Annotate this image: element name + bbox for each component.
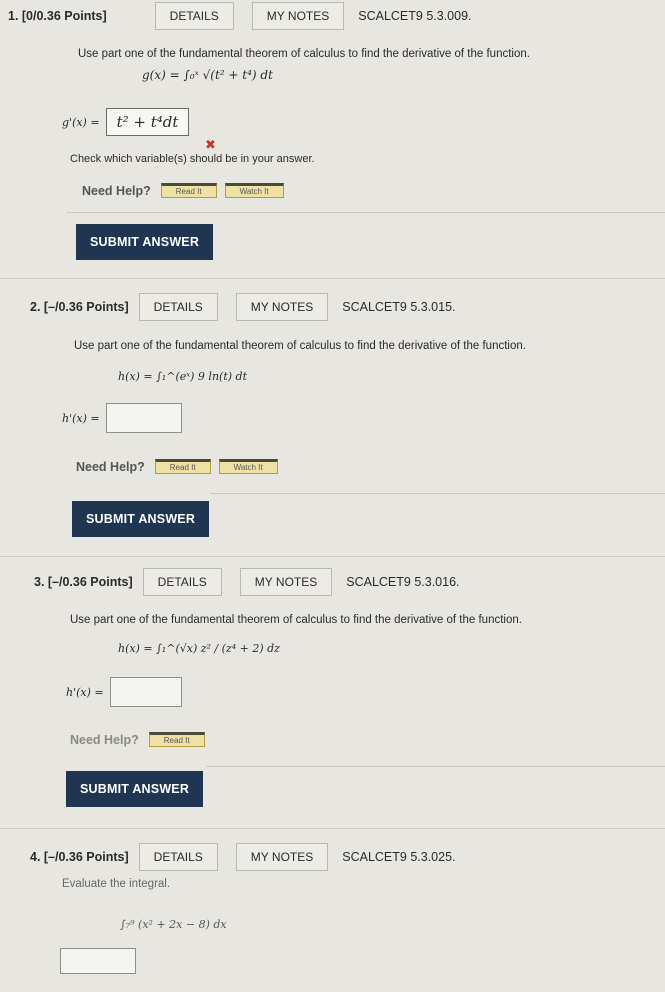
my-notes-button[interactable]: MY NOTES bbox=[235, 293, 329, 321]
answer-input[interactable] bbox=[109, 677, 182, 707]
answer-input[interactable]: t² + t⁴dt bbox=[105, 108, 190, 136]
need-help-label: Need Help? bbox=[82, 183, 151, 198]
function-expression: h(x) = ∫₁^(eˣ) 9 ln(t) dt bbox=[118, 370, 247, 383]
question-4-header: 4. [–/0.36 Points] DETAILS MY NOTES SCAL… bbox=[30, 843, 456, 871]
answer-label: g'(x) = bbox=[62, 115, 100, 129]
question-prompt: Evaluate the integral. bbox=[62, 878, 171, 890]
my-notes-button[interactable]: MY NOTES bbox=[239, 568, 333, 596]
submit-answer-button[interactable]: SUBMIT ANSWER bbox=[66, 771, 204, 807]
read-it-button[interactable]: Read It bbox=[148, 732, 205, 747]
need-help-label: Need Help? bbox=[70, 732, 139, 747]
answer-label: h'(x) = bbox=[66, 685, 104, 699]
details-button[interactable]: DETAILS bbox=[154, 2, 234, 30]
question-3-number: 3. [–/0.36 Points] bbox=[34, 575, 133, 589]
need-help: Need Help? Read It Watch It bbox=[82, 183, 292, 198]
my-notes-button[interactable]: MY NOTES bbox=[235, 843, 329, 871]
read-it-button[interactable]: Read It bbox=[160, 183, 217, 198]
answer-input[interactable] bbox=[105, 403, 182, 433]
question-4-number: 4. [–/0.36 Points] bbox=[30, 850, 129, 864]
details-button[interactable]: DETAILS bbox=[142, 568, 222, 596]
function-expression: ∫₇⁹ (x² + 2x − 8) dx bbox=[120, 918, 227, 931]
read-it-button[interactable]: Read It bbox=[154, 459, 211, 474]
answer-row: h'(x) = bbox=[66, 677, 182, 707]
answer-feedback: Check which variable(s) should be in you… bbox=[70, 153, 315, 165]
function-expression: h(x) = ∫₁^(√x) z² / (z⁴ + 2) dz bbox=[118, 642, 280, 655]
details-button[interactable]: DETAILS bbox=[138, 843, 218, 871]
question-code: SCALCET9 5.3.009. bbox=[358, 9, 472, 23]
question-divider bbox=[0, 556, 665, 557]
details-button[interactable]: DETAILS bbox=[138, 293, 218, 321]
my-notes-button[interactable]: MY NOTES bbox=[251, 2, 345, 30]
watch-it-button[interactable]: Watch It bbox=[224, 183, 284, 198]
section-rule bbox=[206, 766, 665, 767]
submit-answer-button[interactable]: SUBMIT ANSWER bbox=[72, 501, 210, 537]
question-divider bbox=[0, 278, 665, 279]
need-help-label: Need Help? bbox=[76, 459, 145, 474]
need-help: Need Help? Read It Watch It bbox=[76, 459, 286, 474]
answer-row: h'(x) = bbox=[62, 403, 182, 433]
question-code: SCALCET9 5.3.025. bbox=[342, 850, 456, 864]
question-prompt: Use part one of the fundamental theorem … bbox=[70, 614, 522, 626]
answer-label: h'(x) = bbox=[62, 411, 100, 425]
question-1-number: 1. [0/0.36 Points] bbox=[8, 9, 107, 23]
incorrect-icon: ✖ bbox=[205, 137, 216, 152]
question-prompt: Use part one of the fundamental theorem … bbox=[78, 48, 530, 60]
question-3-header: 3. [–/0.36 Points] DETAILS MY NOTES SCAL… bbox=[34, 568, 460, 596]
question-divider bbox=[0, 828, 665, 829]
question-2-number: 2. [–/0.36 Points] bbox=[30, 300, 129, 314]
answer-input[interactable] bbox=[60, 948, 136, 974]
need-help: Need Help? Read It bbox=[70, 732, 213, 747]
section-rule bbox=[210, 493, 665, 494]
question-code: SCALCET9 5.3.016. bbox=[346, 575, 460, 589]
question-prompt: Use part one of the fundamental theorem … bbox=[74, 340, 526, 352]
question-2-header: 2. [–/0.36 Points] DETAILS MY NOTES SCAL… bbox=[30, 293, 456, 321]
submit-answer-button[interactable]: SUBMIT ANSWER bbox=[76, 224, 214, 260]
question-code: SCALCET9 5.3.015. bbox=[342, 300, 456, 314]
watch-it-button[interactable]: Watch It bbox=[218, 459, 278, 474]
section-rule bbox=[66, 212, 665, 213]
function-expression: g(x) = ∫₀ˣ √(t² + t⁴) dt bbox=[142, 68, 273, 82]
question-1-header: 1. [0/0.36 Points] DETAILS MY NOTES SCAL… bbox=[8, 2, 472, 30]
answer-row: g'(x) = t² + t⁴dt bbox=[62, 108, 190, 136]
